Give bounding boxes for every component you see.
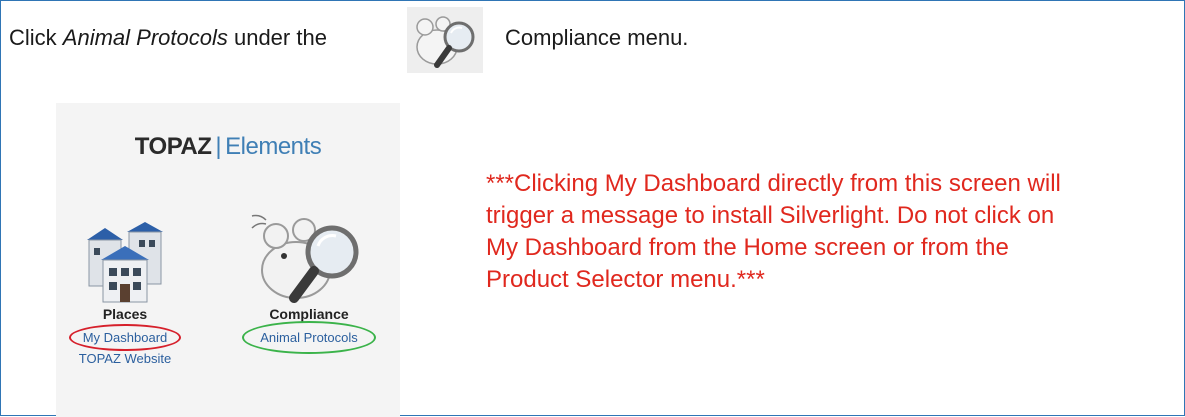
places-tile[interactable]: Places My Dashboard TOPAZ Website [68,218,182,366]
instruction-middle: under the [227,25,327,50]
topaz-website-link[interactable]: TOPAZ Website [70,351,180,366]
document-frame: Click Animal Protocols under the Complia… [0,0,1185,417]
topaz-elements-logo: TOPAZ | Elements [56,133,400,161]
compliance-mouse-icon-large [251,214,359,303]
my-dashboard-link[interactable]: My Dashboard [68,324,182,351]
compliance-title: Compliance [269,306,349,322]
red-highlight-circle [68,324,182,351]
instruction-suffix: Compliance menu. [505,25,689,50]
instruction-emphasis: Animal Protocols [62,25,228,50]
compliance-tile[interactable]: Compliance Animal Protocols [234,208,384,354]
animal-protocols-link[interactable]: Animal Protocols [242,321,376,354]
green-highlight-circle [242,321,376,354]
places-title: Places [102,306,148,322]
compliance-mouse-icon [407,7,483,73]
instruction-line: Click Animal Protocols under the Complia… [9,7,1169,73]
silverlight-warning: ***Clicking My Dashboard directly from t… [486,168,1185,296]
topaz-home-panel: TOPAZ | Elements Places My Dashboard TOP… [56,103,400,417]
warning-line-1: ***Clicking My Dashboard directly from t… [486,170,1061,197]
warning-line-4: Product Selector menu.*** [486,266,765,293]
buildings-icon [87,222,163,303]
brand-primary: TOPAZ [134,133,212,160]
instruction-text: Click Animal Protocols under the [9,25,327,51]
brand-secondary: Elements [225,133,322,160]
instruction-prefix: Click [9,25,63,50]
brand-separator: | [215,133,222,160]
warning-line-2: trigger a message to install Silverlight… [486,202,1055,229]
warning-line-3: My Dashboard from the Home screen or fro… [486,234,1009,261]
